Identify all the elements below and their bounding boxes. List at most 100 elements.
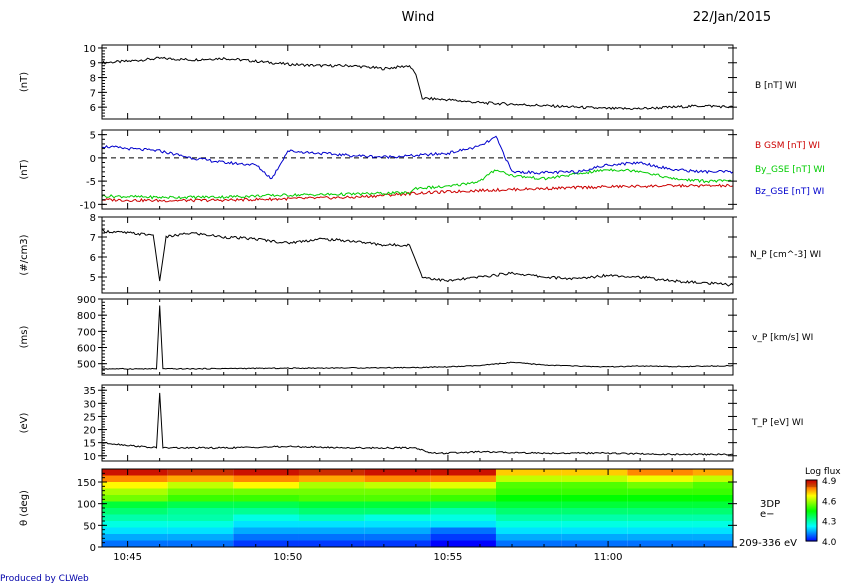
heatmap-cell <box>692 521 733 528</box>
heatmap-cell <box>495 488 562 495</box>
right-label-energy: 209-336 eV <box>739 538 797 549</box>
heatmap-cell <box>430 514 496 521</box>
y-tick-label: 7 <box>90 88 96 99</box>
heatmap-cell <box>364 521 431 528</box>
y-tick-label: 10 <box>83 452 96 463</box>
y-axis-label: θ (deg) <box>19 490 30 526</box>
heatmap-cell <box>167 514 234 521</box>
heatmap-cell <box>364 488 431 495</box>
y-tick-label: 30 <box>83 399 96 410</box>
heatmap-cell <box>298 514 365 521</box>
heatmap-cell <box>692 469 733 476</box>
panel-b-gse: B GSM [nT] WI By_GSE [nT] WI Bz_GSE [nT] W… <box>19 129 825 211</box>
heatmap-cell <box>364 501 431 508</box>
produced-by-credit: Produced by CLWeb <box>0 574 89 584</box>
series-line-1 <box>101 229 734 287</box>
heatmap-cell <box>102 534 168 541</box>
heatmap-cell <box>102 495 168 502</box>
heatmap-cell <box>298 540 365 547</box>
heatmap-cell <box>495 482 562 489</box>
heatmap-cell <box>233 501 299 508</box>
series-label-2: By_GSE [nT] WI <box>755 165 825 175</box>
heatmap-cell <box>298 527 365 534</box>
y-tick-label: 20 <box>83 426 96 437</box>
y-tick-label: 6 <box>90 253 96 264</box>
heatmap-cell <box>692 475 733 482</box>
heatmap-cell <box>495 540 562 547</box>
heatmap-cell <box>233 514 299 521</box>
y-tick-label: 150 <box>77 478 96 489</box>
figure: Wind 22/Jan/2015 B [nT] WI678910(nT)B GS… <box>0 10 841 584</box>
heatmap-cell <box>561 527 628 534</box>
colorbar: Log flux4.9 4.6 4.3 4.0 <box>805 467 841 548</box>
heatmap-cell <box>495 521 562 528</box>
time-tick-label: 11:00 <box>594 552 623 563</box>
y-tick-label: 600 <box>77 344 96 355</box>
panel-t-p: T_P [eV] WI 10 15 20 25 30 35 (eV) <box>19 384 803 463</box>
right-label-species: e− <box>760 509 775 520</box>
heatmap-cell <box>298 521 365 528</box>
heatmap-cell <box>233 488 299 495</box>
heatmap-cell <box>692 508 733 515</box>
y-tick-label: 6 <box>90 103 96 114</box>
time-tick-label: 10:45 <box>113 552 142 563</box>
y-tick-label: 8 <box>90 74 96 85</box>
y-tick-label: 50 <box>83 521 96 532</box>
heatmap-cell <box>364 482 431 489</box>
heatmap-cell <box>364 508 431 515</box>
panel-v-p: v_P [km/s] WI 500 600 700 800 900 (ms) <box>19 295 813 376</box>
panel-frame <box>101 384 734 462</box>
time-tick-label: 10:50 <box>273 552 302 563</box>
heatmap-cell <box>167 521 234 528</box>
heatmap-cell <box>298 475 365 482</box>
heatmap-cell <box>102 482 168 489</box>
heatmap-cell <box>167 488 234 495</box>
heatmap-cell <box>561 488 628 495</box>
heatmap-cell <box>298 508 365 515</box>
y-tick-label: 7 <box>90 233 96 244</box>
y-tick-label: 5 <box>90 273 96 284</box>
y-tick-label: 700 <box>77 327 96 338</box>
heatmap-cell <box>167 482 234 489</box>
heatmap-cell <box>495 508 562 515</box>
heatmap-cell <box>364 534 431 541</box>
y-tick-label: -10 <box>80 200 96 211</box>
heatmap-cell <box>627 488 693 495</box>
y-tick-label: 9 <box>90 59 96 70</box>
heatmap-cell <box>430 495 496 502</box>
heatmap-cell <box>233 482 299 489</box>
time-axis: 10:45 10:50 10:55 11:00 <box>113 552 622 563</box>
heatmap-cell <box>692 527 733 534</box>
heatmap-cell <box>561 540 628 547</box>
series-line-1 <box>101 392 734 456</box>
heatmap-cell <box>298 495 365 502</box>
mission-title: Wind <box>402 10 435 25</box>
heatmap-cell <box>102 501 168 508</box>
heatmap-cell <box>167 495 234 502</box>
heatmap-cell <box>561 514 628 521</box>
heatmap-cell <box>692 501 733 508</box>
heatmap-cell <box>167 527 234 534</box>
heatmap-cell <box>102 514 168 521</box>
y-tick-label: 35 <box>83 386 96 397</box>
series-label-1: N_P [cm^-3] WI <box>750 250 821 260</box>
y-tick-label: -5 <box>86 177 96 188</box>
heatmap-cell <box>233 495 299 502</box>
heatmap-cell <box>627 495 693 502</box>
y-tick-label: 0 <box>90 154 96 165</box>
heatmap-cell <box>495 475 562 482</box>
heatmap-cell <box>364 540 431 547</box>
heatmap-cell <box>298 482 365 489</box>
heatmap-cell <box>561 501 628 508</box>
heatmap-cell <box>233 521 299 528</box>
heatmap-cell <box>430 540 496 547</box>
y-tick-label: 25 <box>83 412 96 423</box>
y-axis-label: (ms) <box>19 326 30 349</box>
heatmap-cell <box>430 475 496 482</box>
time-tick-label: 10:55 <box>434 552 463 563</box>
heatmap-cell <box>102 508 168 515</box>
heatmap-cell <box>167 508 234 515</box>
panels: B [nT] WI 6 7 8 9 10 (nT) B GSM [nT] WI By_GSE [… <box>19 44 825 554</box>
heatmap-cell <box>495 495 562 502</box>
heatmap-cell <box>430 482 496 489</box>
